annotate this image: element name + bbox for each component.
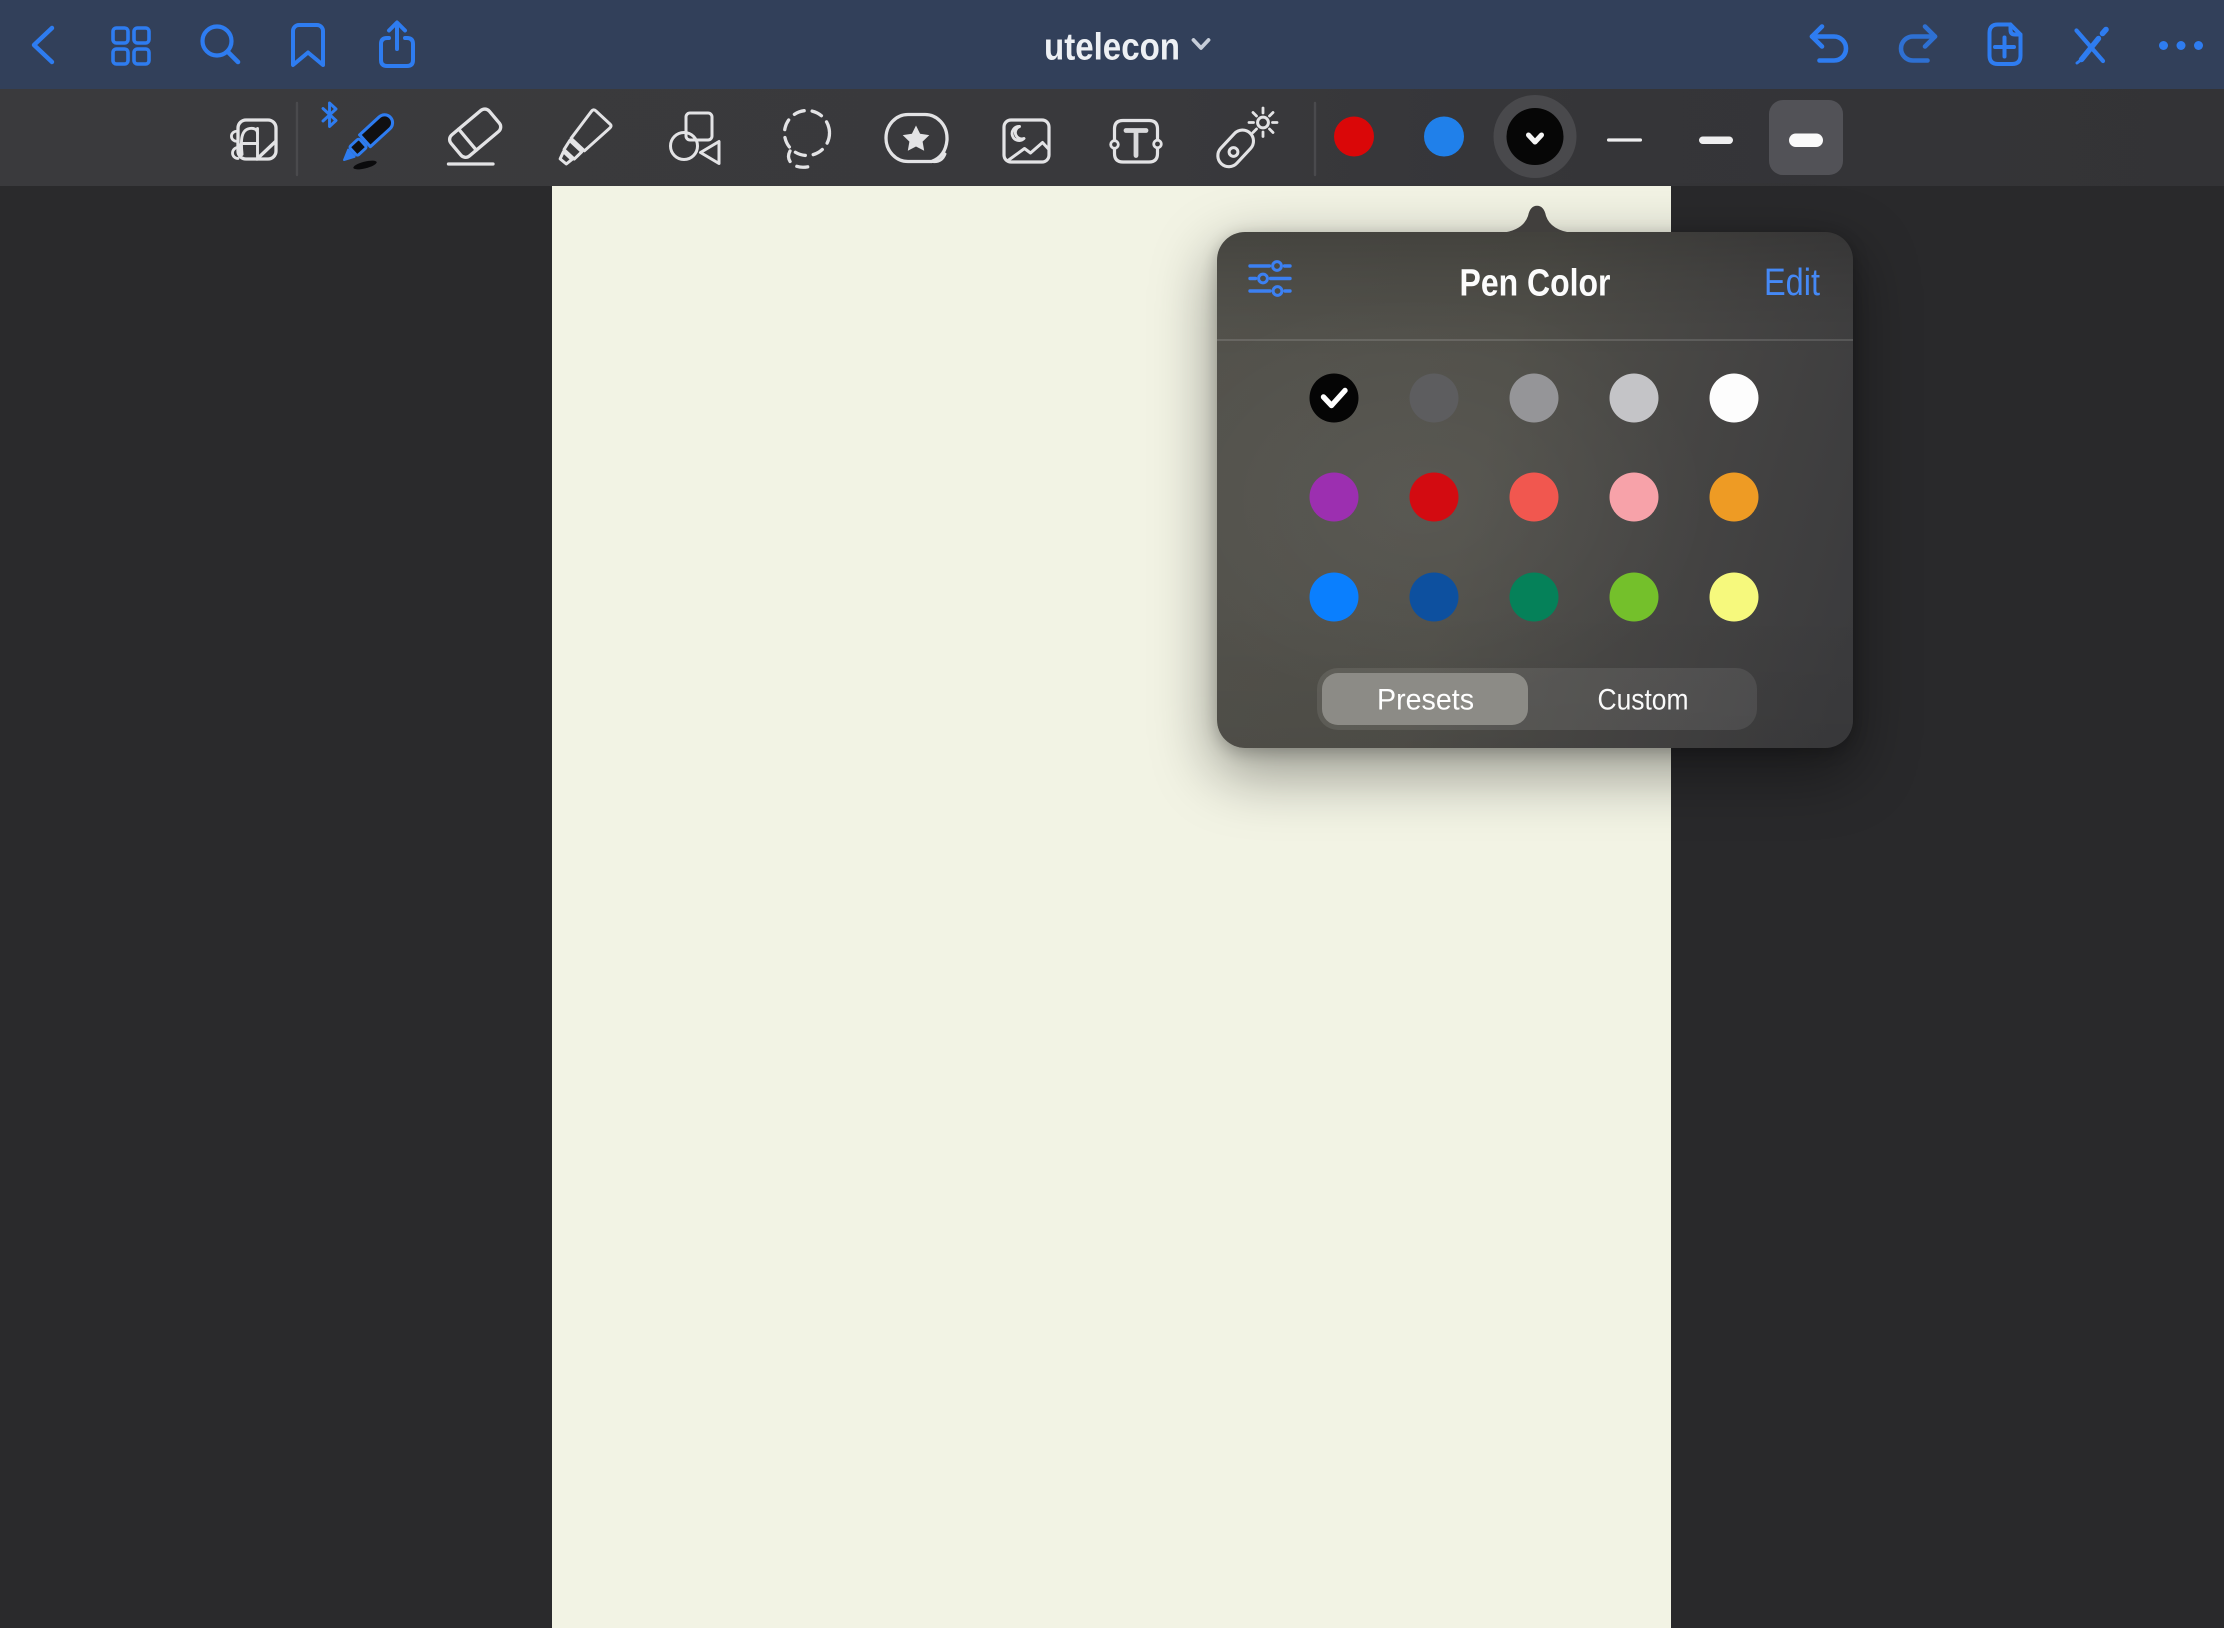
svg-text:Presets: Presets — [1377, 684, 1474, 717]
svg-text:Custom: Custom — [1598, 684, 1689, 717]
svg-text:utelecon: utelecon — [1044, 27, 1180, 69]
svg-text:Pen Color: Pen Color — [1460, 263, 1611, 305]
svg-text:Edit: Edit — [1764, 262, 1820, 304]
